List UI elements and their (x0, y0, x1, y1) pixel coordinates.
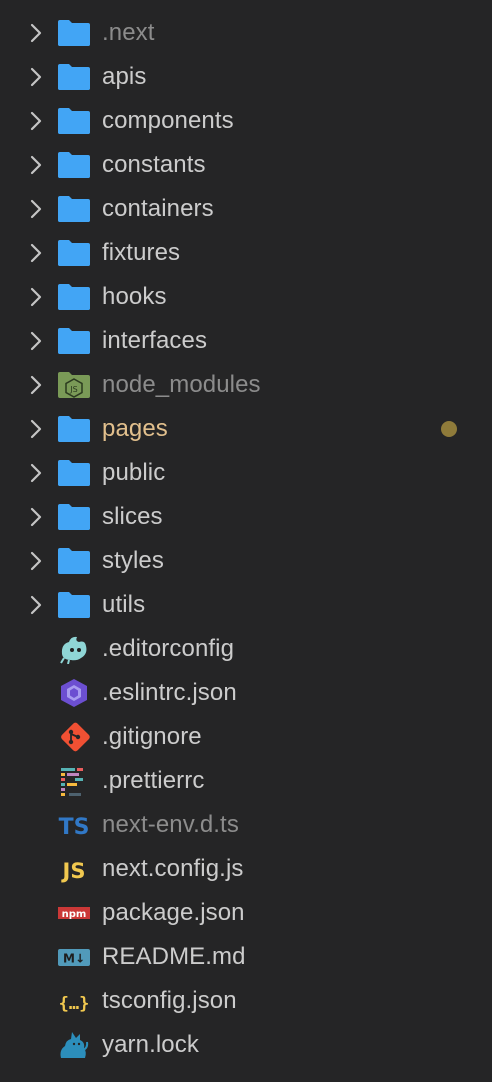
chevron-right-icon[interactable] (28, 287, 44, 307)
folder-row[interactable]: interfaces (0, 319, 492, 363)
folder-icon (57, 150, 91, 180)
item-label: utils (102, 591, 146, 618)
svg-text:{…}: {…} (59, 994, 90, 1014)
chevron-right-icon[interactable] (28, 111, 44, 131)
folder-row[interactable]: hooks (0, 275, 492, 319)
item-label: .editorconfig (102, 635, 235, 662)
item-label: interfaces (102, 327, 208, 354)
git-icon (57, 722, 91, 752)
folder-row[interactable]: fixtures (0, 231, 492, 275)
file-row[interactable]: .eslintrc.json (0, 671, 492, 715)
file-row[interactable]: M↓ README.md (0, 935, 492, 979)
folder-icon (57, 106, 91, 136)
folder-row[interactable]: public (0, 451, 492, 495)
svg-text:TS: TS (59, 815, 90, 840)
item-label: tsconfig.json (102, 987, 237, 1014)
file-row[interactable]: yarn.lock (0, 1023, 492, 1067)
folder-icon (57, 546, 91, 576)
folder-row[interactable]: styles (0, 539, 492, 583)
item-label: components (102, 107, 234, 134)
prettier-icon (57, 766, 91, 796)
folder-icon (57, 590, 91, 620)
chevron-right-icon[interactable] (28, 551, 44, 571)
chevron-right-icon[interactable] (28, 463, 44, 483)
javascript-icon: JS (57, 854, 91, 884)
item-label: apis (102, 63, 147, 90)
item-label: containers (102, 195, 214, 222)
chevron-right-icon[interactable] (28, 331, 44, 351)
eslint-icon (57, 678, 91, 708)
item-label: styles (102, 547, 164, 574)
item-label: yarn.lock (102, 1031, 199, 1058)
folder-row[interactable]: constants (0, 143, 492, 187)
item-label: next.config.js (102, 855, 244, 882)
typescript-icon: TS (57, 810, 91, 840)
item-label: .next (102, 19, 155, 46)
file-explorer: .next apis components constants containe… (0, 0, 492, 1082)
chevron-right-icon[interactable] (28, 595, 44, 615)
modified-indicator-dot (441, 421, 457, 437)
file-row[interactable]: {…} tsconfig.json (0, 979, 492, 1023)
item-label: .eslintrc.json (102, 679, 237, 706)
file-row[interactable]: npm package.json (0, 891, 492, 935)
svg-text:JS: JS (61, 859, 86, 883)
item-label: package.json (102, 899, 245, 926)
item-label: fixtures (102, 239, 181, 266)
item-label: constants (102, 151, 206, 178)
item-label: slices (102, 503, 163, 530)
chevron-right-icon[interactable] (28, 155, 44, 175)
chevron-right-icon[interactable] (28, 67, 44, 87)
folder-row[interactable]: utils (0, 583, 492, 627)
folder-row[interactable]: JS node_modules (0, 363, 492, 407)
yarn-icon (57, 1030, 91, 1060)
file-row[interactable]: TS next-env.d.ts (0, 803, 492, 847)
folder-icon (57, 238, 91, 268)
npm-icon: npm (57, 898, 91, 928)
folder-icon (57, 282, 91, 312)
chevron-right-icon[interactable] (28, 199, 44, 219)
folder-row[interactable]: apis (0, 55, 492, 99)
item-label: .gitignore (102, 723, 202, 750)
file-row[interactable]: .prettierrc (0, 759, 492, 803)
folder-row[interactable]: slices (0, 495, 492, 539)
item-label: hooks (102, 283, 167, 310)
chevron-right-icon[interactable] (28, 23, 44, 43)
file-row[interactable]: .gitignore (0, 715, 492, 759)
item-label: .prettierrc (102, 767, 205, 794)
folder-row[interactable]: pages (0, 407, 492, 451)
folder-icon (57, 62, 91, 92)
item-label: pages (102, 415, 168, 442)
folder-icon (57, 18, 91, 48)
svg-text:M↓: M↓ (63, 952, 85, 966)
file-row[interactable]: JS next.config.js (0, 847, 492, 891)
markdown-icon: M↓ (57, 942, 91, 972)
item-label: next-env.d.ts (102, 811, 239, 838)
folder-icon (57, 414, 91, 444)
editorconfig-icon (57, 634, 91, 664)
folder-icon (57, 502, 91, 532)
svg-text:npm: npm (62, 909, 87, 920)
chevron-right-icon[interactable] (28, 375, 44, 395)
chevron-right-icon[interactable] (28, 243, 44, 263)
json-icon: {…} (57, 986, 91, 1016)
svg-text:JS: JS (69, 385, 77, 394)
folder-icon (57, 194, 91, 224)
item-label: README.md (102, 943, 246, 970)
nodejs-folder-icon: JS (57, 370, 91, 400)
item-label: node_modules (102, 371, 261, 398)
folder-icon (57, 326, 91, 356)
folder-row[interactable]: .next (0, 11, 492, 55)
chevron-right-icon[interactable] (28, 507, 44, 527)
chevron-right-icon[interactable] (28, 419, 44, 439)
folder-icon (57, 458, 91, 488)
file-row[interactable]: .editorconfig (0, 627, 492, 671)
folder-row[interactable]: containers (0, 187, 492, 231)
item-label: public (102, 459, 166, 486)
folder-row[interactable]: components (0, 99, 492, 143)
